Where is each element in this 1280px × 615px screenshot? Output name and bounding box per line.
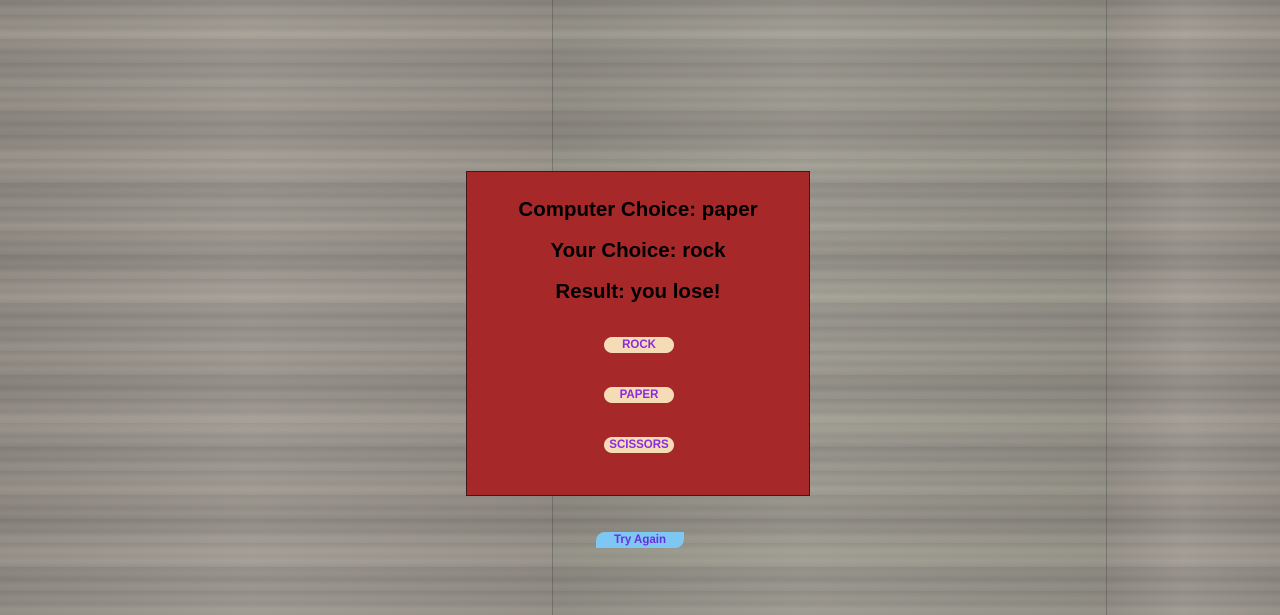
- result-text: Result: you lose!: [555, 280, 721, 303]
- scissors-button[interactable]: SCISSORS: [604, 437, 674, 453]
- background-seam: [1106, 0, 1107, 615]
- game-panel: Computer Choice: paper Your Choice: rock…: [466, 171, 810, 496]
- try-again-button[interactable]: Try Again: [596, 532, 684, 548]
- rock-button[interactable]: ROCK: [604, 337, 674, 353]
- your-choice-text: Your Choice: rock: [550, 239, 726, 262]
- paper-button[interactable]: PAPER: [604, 387, 674, 403]
- computer-choice-text: Computer Choice: paper: [518, 198, 758, 221]
- background-wood-right: [1107, 0, 1280, 615]
